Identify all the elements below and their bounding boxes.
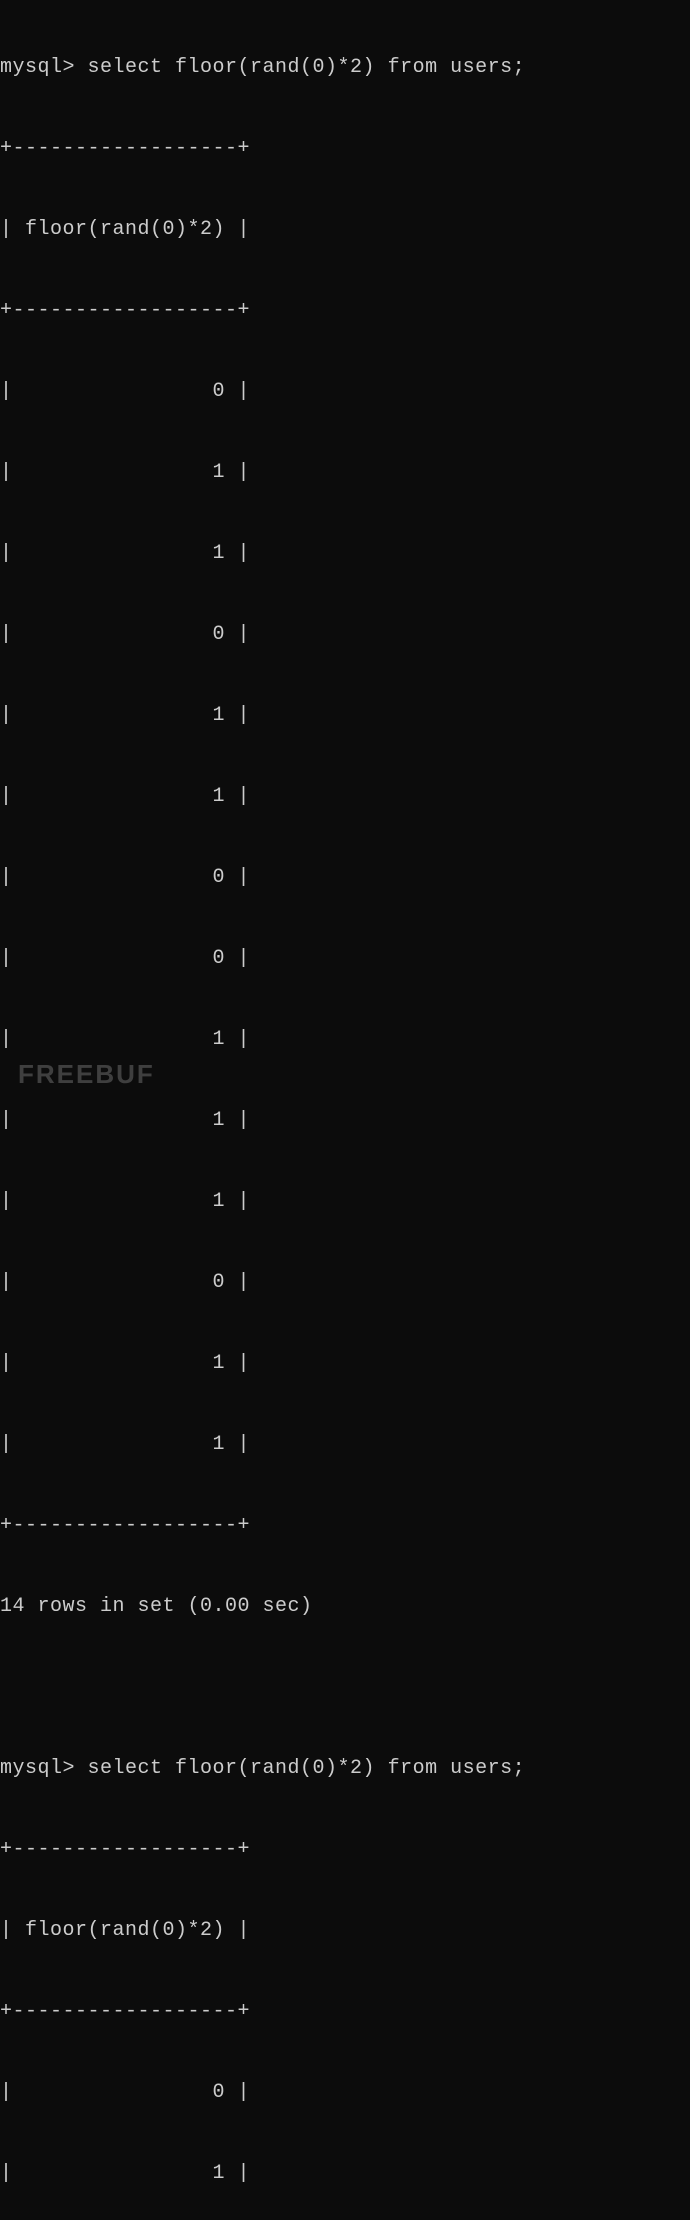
table-border: +------------------+ xyxy=(0,1512,690,1539)
table-row: | 0 | xyxy=(0,2079,690,2106)
table-header: | floor(rand(0)*2) | xyxy=(0,216,690,243)
table-row: | 1 | xyxy=(0,1431,690,1458)
table-row: | 1 | xyxy=(0,2160,690,2187)
table-row: | 1 | xyxy=(0,702,690,729)
table-row: | 0 | xyxy=(0,945,690,972)
table-row: | 0 | xyxy=(0,864,690,891)
query-line: mysql> select floor(rand(0)*2) from user… xyxy=(0,1755,690,1782)
sql-statement: select floor(rand(0)*2) from users; xyxy=(88,56,526,79)
table-row: | 1 | xyxy=(0,459,690,486)
mysql-prompt: mysql> xyxy=(0,1757,88,1780)
terminal-output: mysql> select floor(rand(0)*2) from user… xyxy=(0,0,690,2220)
table-border: +------------------+ xyxy=(0,1998,690,2025)
table-row: | 1 | xyxy=(0,1107,690,1134)
sql-statement: select floor(rand(0)*2) from users; xyxy=(88,1757,526,1780)
table-row: | 1 | xyxy=(0,783,690,810)
result-summary: 14 rows in set (0.00 sec) xyxy=(0,1593,690,1620)
table-border: +------------------+ xyxy=(0,1836,690,1863)
table-row: | 0 | xyxy=(0,378,690,405)
blank-line xyxy=(0,1674,690,1701)
table-row: | 0 | xyxy=(0,1269,690,1296)
mysql-prompt: mysql> xyxy=(0,56,88,79)
table-border: +------------------+ xyxy=(0,135,690,162)
table-row: | 1 | xyxy=(0,540,690,567)
query-line: mysql> select floor(rand(0)*2) from user… xyxy=(0,54,690,81)
table-row: | 1 | xyxy=(0,1188,690,1215)
table-row: | 0 | xyxy=(0,621,690,648)
table-header: | floor(rand(0)*2) | xyxy=(0,1917,690,1944)
table-row: | 1 | xyxy=(0,1350,690,1377)
table-border: +------------------+ xyxy=(0,297,690,324)
table-row: | 1 | xyxy=(0,1026,690,1053)
